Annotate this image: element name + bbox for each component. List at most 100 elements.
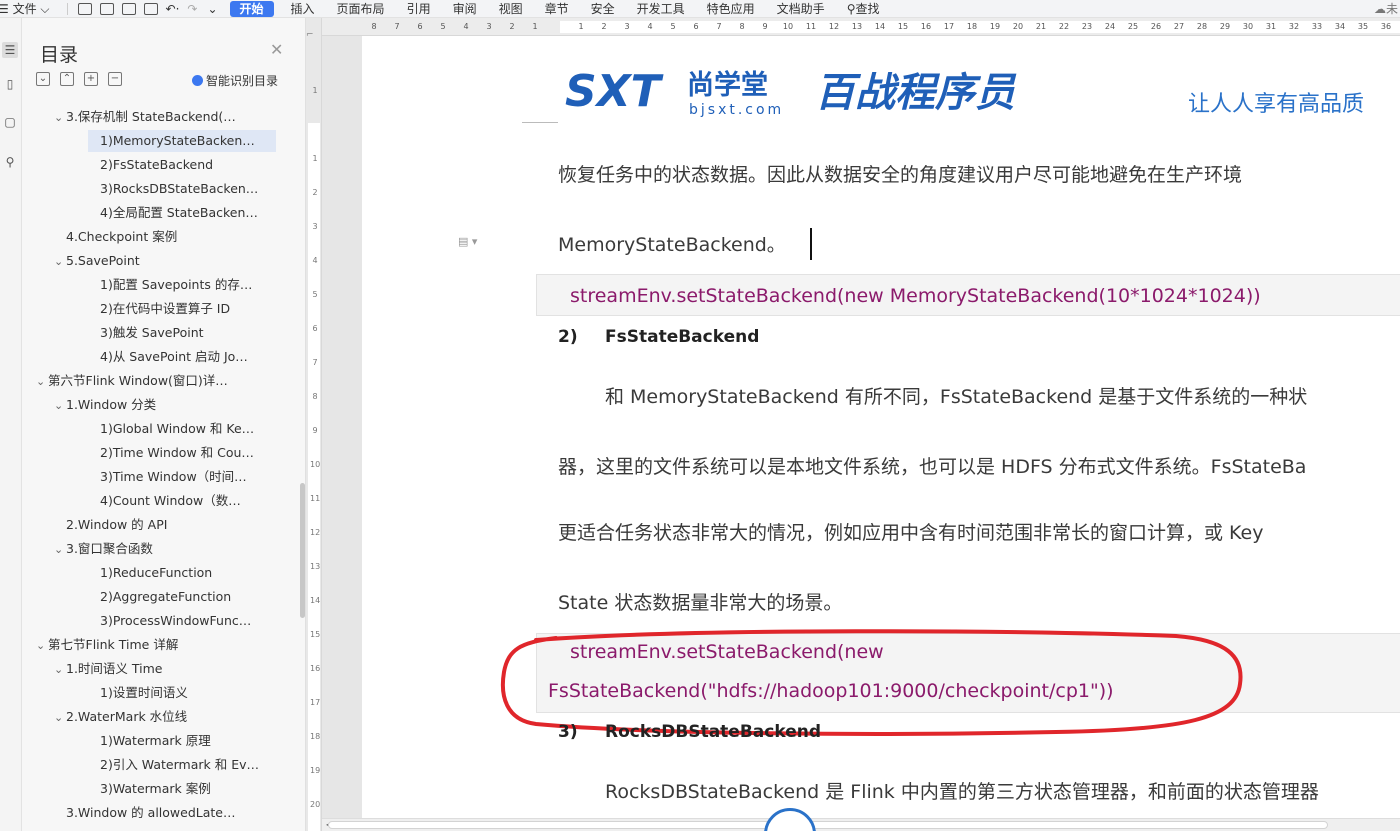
cloud-status[interactable]: ☁未 — [1374, 0, 1400, 17]
toc-item[interactable]: ⌄ 第六节Flink Window(窗口)详… — [36, 370, 280, 392]
remove-heading-icon[interactable]: − — [108, 72, 122, 86]
paragraph-options-icon[interactable]: ▤ ▾ — [458, 235, 477, 248]
bookmark-icon[interactable]: ▯ — [2, 76, 18, 92]
ruler-tick-label: 16 — [920, 22, 932, 31]
ruler-tick-label: 5 — [440, 22, 446, 31]
toc-item[interactable]: 3.Window 的 allowedLate… — [66, 802, 280, 824]
paragraph-line: State 状态数据量非常大的场景。 — [558, 592, 843, 614]
toc-item[interactable]: 1)设置时间语义 — [100, 682, 280, 704]
toc-item[interactable]: 2)引入 Watermark 和 Ev… — [100, 754, 280, 776]
menu-bar: ☰ 文件 ⌵ ↶· ↷ ⌄ 开始 插入 页面布局 引用 审阅 视图 章节 安全 … — [0, 0, 1400, 18]
toc-item[interactable]: 2)AggregateFunction — [100, 586, 280, 608]
toc-item[interactable]: 2)Time Window 和 Cou… — [100, 442, 280, 464]
horizontal-scrollbar[interactable]: ◂ — [322, 818, 1400, 831]
toc-item[interactable]: 1)Watermark 原理 — [100, 730, 280, 752]
print-preview-icon[interactable] — [143, 2, 158, 15]
toc-item[interactable]: 1)ReduceFunction — [100, 562, 280, 584]
chevron-down-icon[interactable]: ⌄ — [36, 371, 48, 392]
ruler-tick-label: 35 — [1357, 22, 1369, 31]
tab-page-layout[interactable]: 页面布局 — [326, 0, 396, 18]
toc-item-label: 4)全局配置 StateBacken… — [100, 205, 258, 220]
toc-item[interactable]: 4.Checkpoint 案例 — [66, 226, 280, 248]
file-menu[interactable]: ☰ 文件 ⌵ — [0, 0, 61, 18]
ruler-tick-label: 8 — [312, 392, 318, 401]
toc-item[interactable]: 1)MemoryStateBacken… — [88, 130, 276, 152]
logo-url: bjsxt.com — [689, 102, 784, 118]
toc-panel-icon[interactable]: ☰ — [2, 42, 18, 58]
ruler-tick-label: 16 — [310, 664, 321, 673]
outline-icon[interactable]: ▢ — [2, 114, 18, 130]
toc-item[interactable]: 2)在代码中设置算子 ID — [100, 298, 280, 320]
tab-features[interactable]: 特色应用 — [696, 0, 766, 18]
ruler-tick-label: 7 — [394, 22, 400, 31]
tab-review[interactable]: 审阅 — [442, 0, 488, 18]
toc-item[interactable]: 1)Global Window 和 Ke… — [100, 418, 280, 440]
find-icon[interactable]: ⚲ — [2, 154, 18, 170]
toc-item[interactable]: ⌄ 第七节Flink Time 详解 — [36, 634, 280, 656]
smart-toc-button[interactable]: 智能识别目录 — [192, 72, 278, 89]
chevron-down-icon[interactable]: ⌄ — [36, 635, 48, 656]
add-heading-icon[interactable]: + — [84, 72, 98, 86]
export-icon[interactable] — [99, 2, 114, 15]
ruler-tick-label: 4 — [647, 22, 653, 31]
toc-item[interactable]: 3)触发 SavePoint — [100, 322, 280, 344]
toc-item[interactable]: ⌄ 5.SavePoint — [54, 250, 280, 272]
tab-chapter[interactable]: 章节 — [534, 0, 580, 18]
toc-item[interactable]: 2)FsStateBackend — [100, 154, 280, 176]
ruler-tick-label: 33 — [1311, 22, 1323, 31]
save-icon[interactable] — [77, 2, 92, 15]
toc-item-label: 第七节Flink Time 详解 — [48, 637, 179, 652]
toc-item-label: 2)Time Window 和 Cou… — [100, 445, 254, 460]
toc-item[interactable]: 4)全局配置 StateBacken… — [100, 202, 280, 224]
quick-access-dropdown-icon[interactable]: ⌄ — [201, 0, 223, 18]
toc-item-label: 1)Watermark 原理 — [100, 733, 211, 748]
collapse-all-icon[interactable]: ⌄ — [36, 72, 50, 86]
tab-developer[interactable]: 开发工具 — [626, 0, 696, 18]
toc-item[interactable]: ⌄ 2.WaterMark 水位线 — [54, 706, 280, 728]
toc-item[interactable]: ⌄ 3.保存机制 StateBackend(… — [54, 106, 280, 128]
toc-scrollbar[interactable] — [300, 483, 305, 618]
tab-insert[interactable]: 插入 — [280, 0, 326, 18]
ruler-tick-label: 10 — [310, 460, 321, 469]
ruler-tick-label: 3 — [486, 22, 492, 31]
chevron-down-icon[interactable]: ⌄ — [54, 107, 66, 128]
horizontal-ruler[interactable]: 8 7 6 5 4 3 2 1 1 2 3 4 5 6 7 8 9 10 11 12 13 14 15 16 17 18 19 20 2… — [322, 18, 1400, 36]
tab-doc-assistant[interactable]: 文档助手 — [766, 0, 836, 18]
expand-up-icon[interactable]: ⌃ — [60, 72, 74, 86]
toc-item[interactable]: 3)ProcessWindowFunc… — [100, 610, 280, 632]
toc-item[interactable]: 1)配置 Savepoints 的存… — [100, 274, 280, 296]
chevron-down-icon[interactable]: ⌄ — [54, 539, 66, 560]
toc-item[interactable]: 3)RocksDBStateBacken… — [100, 178, 280, 200]
ruler-tick-label: 6 — [417, 22, 423, 31]
toc-item[interactable]: ⌄ 1.Window 分类 — [54, 394, 280, 416]
toc-item[interactable]: 4)从 SavePoint 启动 Jo… — [100, 346, 280, 368]
toc-item[interactable]: ⌄ 1.时间语义 Time — [54, 658, 280, 680]
print-icon[interactable] — [121, 2, 136, 15]
redo-icon[interactable]: ↷ — [183, 0, 201, 18]
toc-item[interactable]: 3)Watermark 案例 — [100, 778, 280, 800]
toc-toolbar: ⌄ ⌃ + − — [36, 72, 122, 86]
chevron-down-icon[interactable]: ⌄ — [54, 251, 66, 272]
chevron-down-icon[interactable]: ⌄ — [54, 707, 66, 728]
tab-references[interactable]: 引用 — [396, 0, 442, 18]
vertical-ruler[interactable]: ⌐ 1 1 2 3 4 5 6 7 8 9 10 11 12 13 14 15 16 17 18 19 20 — [306, 18, 322, 831]
toc-item[interactable]: 3)Time Window（时间… — [100, 466, 280, 488]
paragraph-line: 恢复任务中的状态数据。因此从数据安全的角度建议用户尽可能地避免在生产环境 — [558, 164, 1243, 186]
tab-view[interactable]: 视图 — [488, 0, 534, 18]
ruler-tick-label: 1 — [532, 22, 538, 31]
toc-item[interactable]: ⌄ 3.窗口聚合函数 — [54, 538, 280, 560]
chevron-down-icon[interactable]: ⌄ — [54, 395, 66, 416]
close-icon[interactable]: ✕ — [270, 40, 283, 59]
logo-sxt: SXT — [565, 66, 664, 117]
scroll-thumb[interactable] — [328, 821, 1328, 829]
wps-writer-window: ☰ 文件 ⌵ ↶· ↷ ⌄ 开始 插入 页面布局 引用 审阅 视图 章节 安全 … — [0, 0, 1400, 831]
tab-security[interactable]: 安全 — [580, 0, 626, 18]
toc-item[interactable]: 2.Window 的 API — [66, 514, 280, 536]
toc-item[interactable]: 4)Count Window（数… — [100, 490, 280, 512]
search-button[interactable]: ⚲查找 — [836, 0, 891, 18]
ruler-tick-label: 2 — [312, 188, 318, 197]
smart-toc-icon — [192, 75, 203, 86]
tab-home[interactable]: 开始 — [229, 0, 274, 17]
chevron-down-icon[interactable]: ⌄ — [54, 659, 66, 680]
undo-icon[interactable]: ↶· — [162, 0, 184, 18]
